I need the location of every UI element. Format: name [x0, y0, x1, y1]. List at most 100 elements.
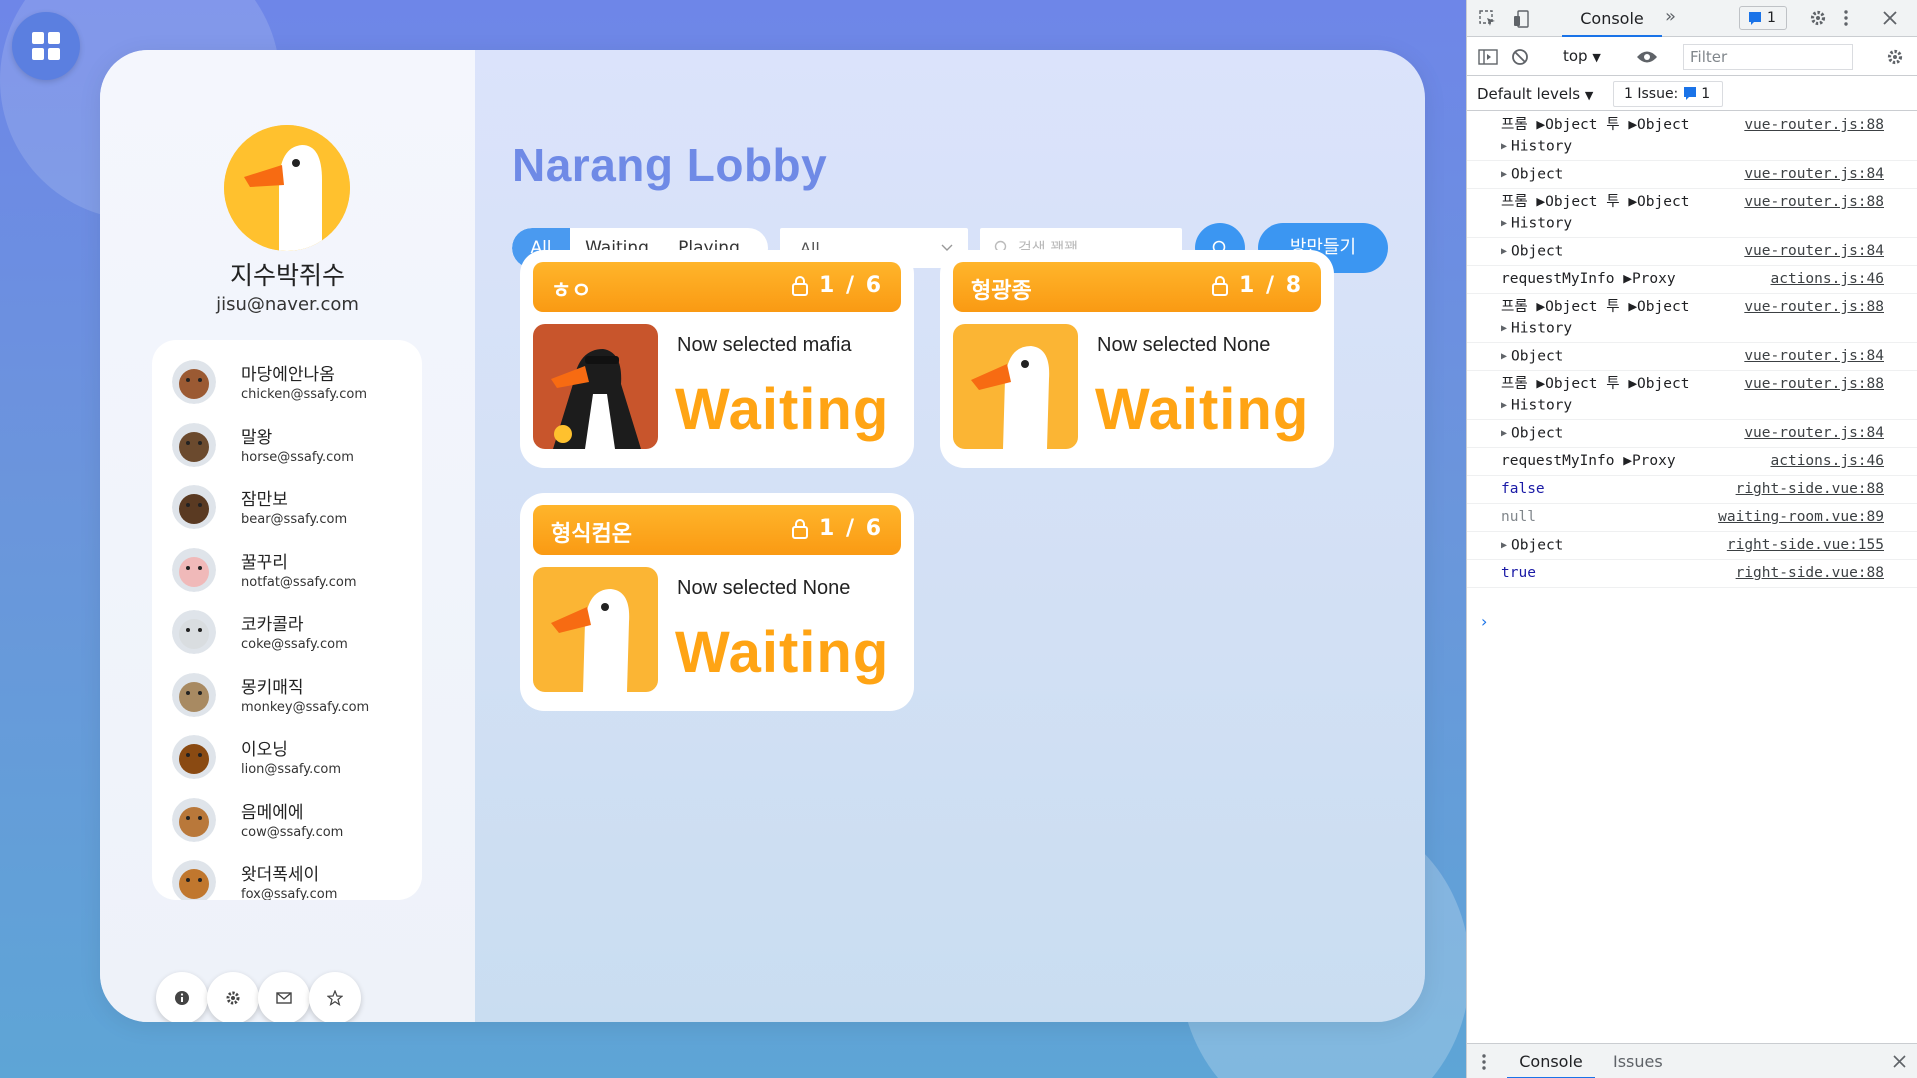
room-header: ㅎㅇ 1 / 6	[533, 262, 901, 312]
log-source-link[interactable]: vue-router.js:88	[1744, 297, 1884, 318]
close-drawer-button[interactable]	[1889, 1051, 1909, 1071]
room-card[interactable]: 형광종 1 / 8 Now selected None Waiting	[940, 250, 1334, 468]
log-message-detail[interactable]: ▶ History	[1501, 318, 1917, 339]
expand-triangle-icon[interactable]: ▶	[1501, 423, 1507, 444]
log-levels-label: Default levels	[1477, 85, 1581, 103]
live-expression-button[interactable]	[1635, 47, 1659, 67]
log-message-detail[interactable]: ▶ History	[1501, 395, 1917, 416]
friend-item[interactable]: 왓더폭세이 fox@ssafy.com	[172, 854, 412, 900]
friend-item[interactable]: 꿀꾸리 notfat@ssafy.com	[172, 542, 412, 602]
friend-item[interactable]: 음메에에 cow@ssafy.com	[172, 792, 412, 852]
horse-avatar-icon	[172, 422, 216, 467]
clear-console-button[interactable]	[1509, 47, 1531, 67]
expand-triangle-icon[interactable]: ▶	[1501, 164, 1507, 185]
expand-triangle-icon[interactable]: ▶	[1501, 241, 1507, 262]
console-prompt[interactable]: ›	[1481, 612, 1487, 631]
friend-email: bear@ssafy.com	[241, 512, 348, 527]
menu-button[interactable]	[12, 12, 80, 80]
issues-counter[interactable]: 1 Issue: 1	[1613, 81, 1723, 107]
friend-item[interactable]: 마당에안나옴 chicken@ssafy.com	[172, 354, 412, 414]
gear-icon	[1887, 49, 1903, 65]
message-icon	[1683, 87, 1696, 100]
issues-count: 1	[1701, 86, 1711, 102]
sidebar-icon	[1478, 49, 1498, 65]
more-tabs-button[interactable]: »	[1665, 6, 1676, 27]
friend-list[interactable]: 마당에안나옴 chicken@ssafy.com 말왕 horse@ssafy.com…	[152, 340, 422, 900]
log-source-link[interactable]: vue-router.js:84	[1744, 346, 1884, 367]
friend-name: 음메에에	[241, 802, 304, 823]
settings-button[interactable]	[1807, 7, 1829, 29]
log-source-link[interactable]: right-side.vue:155	[1727, 535, 1884, 556]
log-source-link[interactable]: waiting-room.vue:89	[1718, 507, 1884, 528]
expand-triangle-icon[interactable]: ▶	[1501, 395, 1507, 416]
context-select[interactable]: top ▼	[1563, 47, 1601, 65]
log-source-link[interactable]: right-side.vue:88	[1736, 479, 1884, 500]
friend-name: 이오닝	[241, 740, 288, 760]
expand-triangle-icon[interactable]: ▶	[1501, 213, 1507, 234]
player-count: 1 / 6	[819, 516, 883, 541]
message-icon	[1749, 12, 1761, 25]
friend-email: chicken@ssafy.com	[241, 387, 368, 402]
friend-email: horse@ssafy.com	[241, 449, 354, 465]
inspect-element-button[interactable]	[1477, 8, 1499, 30]
goose-avatar-icon	[224, 125, 350, 251]
tab-console[interactable]: Console	[1562, 0, 1662, 37]
log-source-link[interactable]: right-side.vue:88	[1736, 563, 1884, 584]
expand-triangle-icon[interactable]: ▶	[1501, 136, 1507, 157]
drawer-menu-button[interactable]	[1479, 1051, 1489, 1073]
kebab-menu-button[interactable]	[1839, 7, 1853, 29]
friend-item[interactable]: 코카콜라 coke@ssafy.com	[172, 604, 412, 664]
log-message-detail[interactable]: ▶ History	[1501, 136, 1917, 157]
main-panel: 지수박쥐수 jisu@naver.com 마당에안나옴 chicken@ssafy…	[100, 50, 1425, 1022]
player-count: 1 / 8	[1239, 273, 1303, 298]
room-name: 형식컴온	[551, 522, 632, 547]
expand-triangle-icon[interactable]: ▶	[1501, 346, 1507, 367]
close-devtools-button[interactable]	[1879, 7, 1901, 29]
expand-triangle-icon[interactable]: ▶	[1501, 318, 1507, 339]
log-entry: 프롬 ▶Object 투 ▶Object ▶ History vue-router.j…	[1467, 294, 1917, 343]
room-name: 형광종	[971, 279, 1032, 304]
device-toolbar-button[interactable]	[1511, 8, 1533, 30]
issues-badge[interactable]: 1	[1739, 6, 1787, 30]
log-source-link[interactable]: actions.js:46	[1771, 269, 1885, 290]
log-source-link[interactable]: vue-router.js:84	[1744, 164, 1884, 185]
info-button[interactable]	[156, 972, 208, 1022]
goose-mafia-icon	[533, 324, 658, 449]
drawer-tab-console[interactable]: Console	[1507, 1044, 1595, 1078]
log-entry: ▶ Object vue-router.js:84	[1467, 420, 1917, 448]
devtools-drawer: Console Issues	[1467, 1043, 1917, 1078]
log-source-link[interactable]: actions.js:46	[1771, 451, 1885, 472]
favorites-button[interactable]	[309, 972, 361, 1022]
filter-input[interactable]	[1683, 44, 1853, 70]
expand-triangle-icon[interactable]: ▶	[1501, 535, 1507, 556]
settings-button[interactable]	[207, 972, 259, 1022]
star-icon	[327, 990, 343, 1006]
log-source-link[interactable]: vue-router.js:84	[1744, 423, 1884, 444]
log-source-link[interactable]: vue-router.js:88	[1744, 192, 1884, 213]
mail-button[interactable]	[258, 972, 310, 1022]
caret-down-icon: ▼	[1592, 51, 1601, 64]
log-entry: ▶ Object vue-router.js:84	[1467, 343, 1917, 371]
friend-item[interactable]: 말왕 horse@ssafy.com	[172, 417, 412, 477]
eye-icon	[1637, 51, 1657, 63]
page-title: Narang Lobby	[512, 139, 828, 191]
log-entry: false right-side.vue:88	[1467, 476, 1917, 504]
log-source-link[interactable]: vue-router.js:88	[1744, 374, 1884, 395]
pig-avatar-icon	[172, 547, 216, 592]
console-settings-button[interactable]	[1884, 47, 1906, 67]
drawer-tab-issues[interactable]: Issues	[1601, 1044, 1675, 1078]
friend-item[interactable]: 이오닝 lion@ssafy.com	[172, 729, 412, 789]
profile-email: jisu@naver.com	[216, 294, 359, 315]
room-card[interactable]: ㅎㅇ 1 / 6 Now selected mafia Waiting	[520, 250, 914, 468]
goose-unknown-icon	[953, 324, 1078, 449]
room-card[interactable]: 형식컴온 1 / 6 Now selected None Waiting	[520, 493, 914, 711]
log-entry: true right-side.vue:88	[1467, 560, 1917, 588]
friend-item[interactable]: 몽키매직 monkey@ssafy.com	[172, 667, 412, 727]
friend-email: coke@ssafy.com	[241, 637, 348, 652]
friend-item[interactable]: 잠만보 bear@ssafy.com	[172, 479, 412, 539]
sidebar-toggle-button[interactable]	[1477, 47, 1499, 67]
log-levels-select[interactable]: Default levels ▼	[1477, 85, 1593, 103]
log-source-link[interactable]: vue-router.js:88	[1744, 115, 1884, 136]
log-source-link[interactable]: vue-router.js:84	[1744, 241, 1884, 262]
log-message-detail[interactable]: ▶ History	[1501, 213, 1917, 234]
